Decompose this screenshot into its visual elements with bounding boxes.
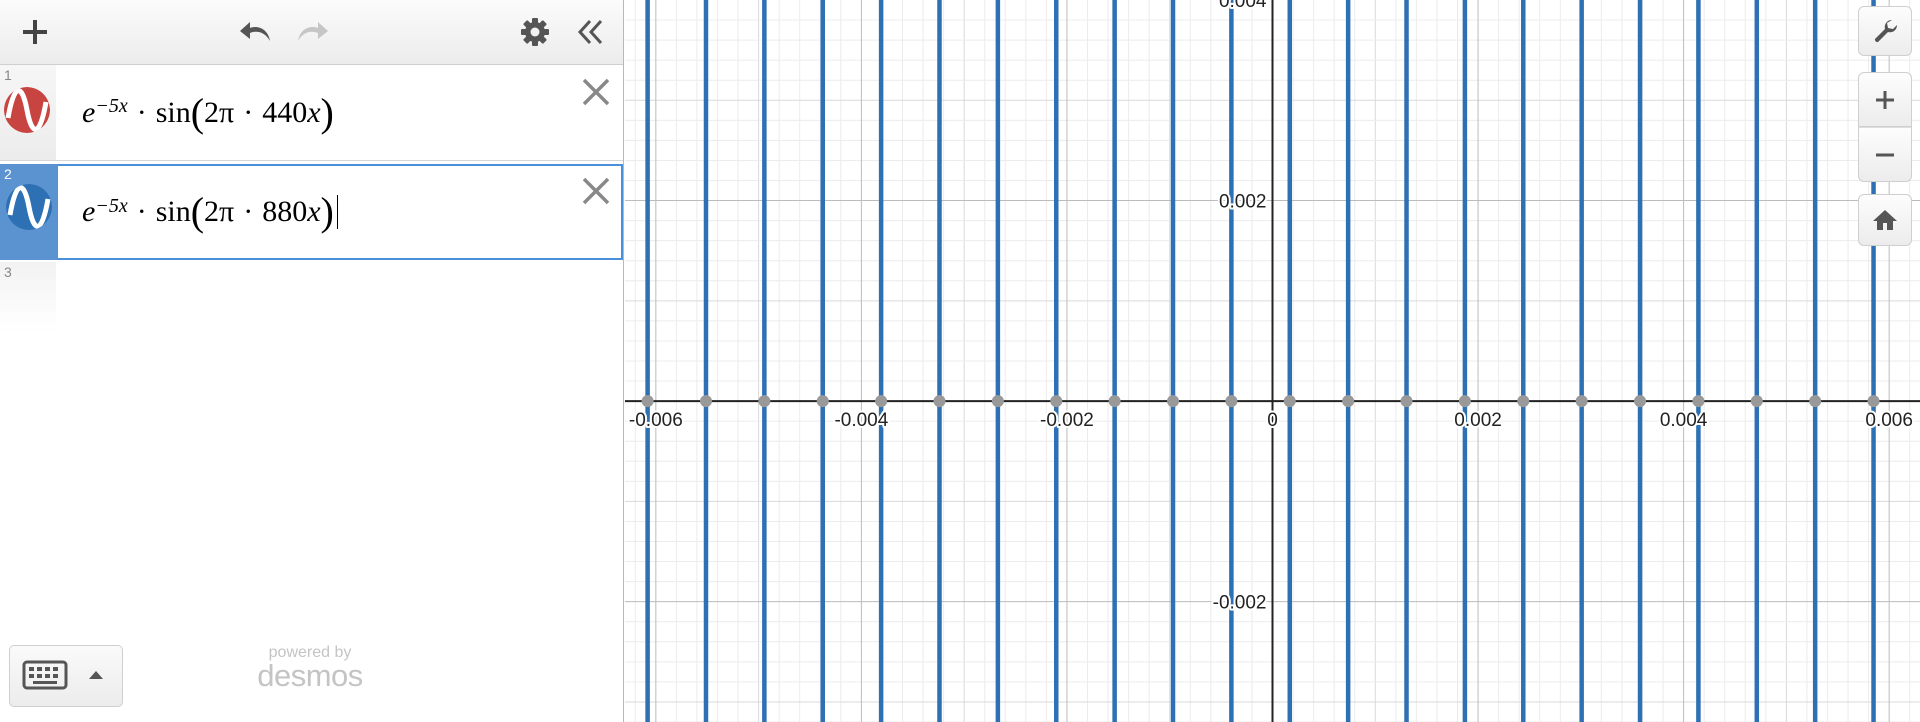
wrench-icon bbox=[1874, 19, 1898, 43]
undo-button[interactable] bbox=[236, 12, 276, 52]
func-value: 880 bbox=[262, 195, 308, 228]
x-tick-label: -0.002 bbox=[1040, 410, 1094, 431]
y-tick-label: 0.002 bbox=[1219, 192, 1267, 213]
expression-row-empty[interactable]: 3 bbox=[0, 262, 623, 332]
x-tick-label: 0.004 bbox=[1660, 410, 1708, 431]
zero-point bbox=[641, 395, 654, 408]
exp-exponent: −5x bbox=[95, 95, 128, 117]
expression-math[interactable]: e −5x · sin(2π · 880 x) bbox=[82, 166, 338, 258]
expression-number: 2 bbox=[4, 166, 12, 182]
expression-gutter: 3 bbox=[0, 262, 56, 332]
keypad-toggle-button[interactable] bbox=[9, 645, 123, 707]
delete-expression-icon[interactable] bbox=[579, 75, 613, 109]
zero-point bbox=[1517, 395, 1530, 408]
redo-icon bbox=[298, 22, 328, 41]
graph-style-icon[interactable] bbox=[6, 184, 52, 230]
func-value: 440 bbox=[262, 95, 308, 129]
func-coef: 2π bbox=[204, 95, 235, 129]
expression-math[interactable]: e −5x · sin(2π · 440 x) bbox=[82, 65, 334, 160]
zoom-out-button[interactable] bbox=[1858, 127, 1912, 182]
exp-exponent: −5x bbox=[95, 194, 128, 217]
expression-number: 3 bbox=[4, 264, 12, 280]
zero-point bbox=[816, 395, 829, 408]
func-coef: 2π bbox=[204, 195, 235, 228]
zero-point bbox=[1283, 395, 1296, 408]
undo-icon bbox=[240, 22, 270, 41]
graph-settings-button[interactable] bbox=[1858, 6, 1912, 56]
redo-button[interactable] bbox=[292, 12, 332, 52]
graph-canvas[interactable]: -0.006 -0.004 -0.002 0 0.002 0.004 0.006 0.004 0… bbox=[625, 0, 1920, 722]
exp-base: e bbox=[82, 195, 96, 228]
x-tick-label: 0 bbox=[1267, 410, 1278, 431]
zero-point bbox=[875, 395, 888, 408]
expression-gutter: 1 bbox=[0, 65, 56, 160]
y-tick-label: -0.002 bbox=[1213, 593, 1267, 614]
func-name: sin bbox=[155, 95, 191, 129]
zoom-in-button[interactable] bbox=[1858, 72, 1912, 127]
zero-point bbox=[1400, 395, 1413, 408]
home-icon bbox=[1873, 210, 1897, 230]
zero-point bbox=[1225, 395, 1238, 408]
zero-point bbox=[1575, 395, 1588, 408]
zero-point bbox=[1634, 395, 1647, 408]
expression-row[interactable]: 1 e −5x · sin(2π · 440 x) bbox=[0, 65, 623, 161]
func-var: x bbox=[307, 95, 321, 129]
delete-expression-icon[interactable] bbox=[579, 174, 613, 208]
zero-point bbox=[1050, 395, 1063, 408]
settings-button[interactable] bbox=[515, 12, 555, 52]
zoom-out-icon bbox=[1876, 153, 1894, 156]
gear-icon bbox=[521, 18, 549, 46]
expression-row-selected[interactable]: 2 e −5x · sin(2π · 880 x) bbox=[0, 164, 623, 260]
zero-point bbox=[1867, 395, 1880, 408]
desmos-logo: desmos bbox=[257, 658, 363, 693]
zero-point bbox=[991, 395, 1004, 408]
text-cursor bbox=[336, 195, 338, 229]
expression-gutter: 2 bbox=[0, 164, 58, 260]
zero-point bbox=[1458, 395, 1471, 408]
expression-panel: 1 e −5x · sin(2π · 440 x) 2 e −5x · sin(2π · 880 x) bbox=[0, 0, 624, 722]
caret-up-icon bbox=[89, 671, 103, 679]
zero-point bbox=[1692, 395, 1705, 408]
zero-point bbox=[1809, 395, 1822, 408]
keyboard-icon bbox=[22, 660, 103, 690]
x-tick-label: 0.006 bbox=[1865, 410, 1913, 431]
func-name: sin bbox=[155, 195, 191, 228]
y-tick-label: 0.004 bbox=[1219, 0, 1267, 12]
collapse-panel-button[interactable] bbox=[570, 12, 610, 52]
exp-base: e bbox=[82, 95, 96, 129]
add-expression-button[interactable] bbox=[15, 12, 55, 52]
graph-style-icon[interactable] bbox=[4, 87, 50, 133]
zero-point bbox=[1108, 395, 1121, 408]
expression-number: 1 bbox=[4, 67, 12, 83]
expression-toolbar bbox=[0, 0, 623, 65]
func-var: x bbox=[307, 195, 321, 228]
zero-point bbox=[933, 395, 946, 408]
zero-point bbox=[1167, 395, 1180, 408]
zero-point bbox=[1750, 395, 1763, 408]
default-viewport-button[interactable] bbox=[1858, 194, 1912, 246]
zero-point bbox=[758, 395, 771, 408]
zero-point bbox=[1342, 395, 1355, 408]
x-tick-label: -0.004 bbox=[834, 410, 888, 431]
plus-icon bbox=[23, 20, 47, 44]
x-tick-label: 0.002 bbox=[1454, 410, 1502, 431]
zoom-in-icon bbox=[1876, 90, 1894, 109]
zero-point bbox=[699, 395, 712, 408]
double-chevron-left-icon bbox=[577, 19, 603, 45]
powered-by-desmos[interactable]: powered by desmos bbox=[250, 644, 370, 693]
x-tick-label: -0.006 bbox=[629, 410, 683, 431]
